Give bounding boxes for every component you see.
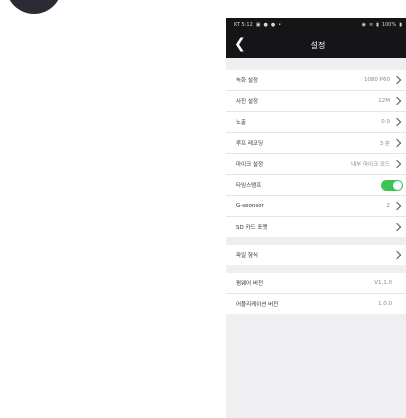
chevron-right-icon [392, 117, 402, 127]
chevron-right-icon [392, 222, 402, 232]
row-label: SD 카드 포맷 [236, 225, 268, 231]
chat-icon: ● [263, 22, 268, 28]
row-gsensor[interactable]: G-seonsor 2 [226, 196, 406, 217]
row-value: V1.1.0 [374, 280, 392, 286]
row-value: 12M [378, 98, 390, 104]
dot-icon: • [278, 22, 282, 28]
battery-text: 100% [381, 22, 397, 28]
settings-group-file: 파일 형식 [226, 245, 406, 265]
row-sd-format[interactable]: SD 카드 포맷 [226, 217, 406, 237]
row-label: G-seonsor [236, 203, 264, 209]
battery-icon: ▮ [399, 22, 402, 28]
row-label: 루프 레코딩 [236, 141, 264, 147]
row-firmware-version: 펌웨어 버전 V1.1.0 [226, 273, 406, 294]
row-timestamp: 타임스탬프 [226, 175, 406, 196]
image-icon: ▣ [255, 22, 261, 28]
row-label: 어플리케이션 버전 [236, 302, 279, 308]
row-label: 타임스탬프 [236, 183, 262, 189]
row-value: 내부 마이크 모드 [351, 162, 390, 168]
chevron-left-icon[interactable]: ❮ [234, 37, 246, 51]
carrier-time: KT 5:12 [234, 22, 253, 28]
row-value: 1080 P60 [363, 77, 390, 83]
chevron-right-icon [392, 138, 402, 148]
chevron-right-icon [392, 201, 402, 211]
page-title: 설정 [310, 40, 326, 50]
row-label: 노출 [236, 120, 247, 126]
row-value: 3 분 [379, 141, 390, 147]
chevron-right-icon [392, 250, 402, 260]
corner-circle-decoration [6, 0, 62, 14]
row-exposure[interactable]: 노출 0.0 [226, 112, 406, 133]
row-value: 2 [386, 203, 391, 209]
row-label: 펌웨어 버전 [236, 281, 264, 287]
row-file-format[interactable]: 파일 형식 [226, 245, 406, 265]
chevron-right-icon [392, 96, 402, 106]
row-value: 0.0 [381, 119, 390, 125]
app-header: ❮ 설정 [226, 32, 406, 58]
wifi-icon: ≋ [368, 22, 374, 28]
row-label: 파일 형식 [236, 253, 258, 259]
alarm-icon: ◉ [361, 22, 366, 28]
timestamp-toggle[interactable] [381, 179, 403, 191]
phone-screen: KT 5:12 ▣ ● ● • ◉ ≋ ▮ 100% ▮ ❮ 설정 녹화 설정 … [226, 18, 406, 418]
settings-group-main: 녹화 설정 1080 P60 사진 설정 12M 노출 0.0 루프 레코딩 3… [226, 70, 406, 237]
status-bar: KT 5:12 ▣ ● ● • ◉ ≋ ▮ 100% ▮ [226, 18, 406, 32]
row-photo-settings[interactable]: 사진 설정 12M [226, 91, 406, 112]
chevron-right-icon [392, 75, 402, 85]
chevron-right-icon [392, 159, 402, 169]
row-loop-recording[interactable]: 루프 레코딩 3 분 [226, 133, 406, 154]
row-label: 마이크 설정 [236, 162, 264, 168]
row-value: 1.0.0 [378, 301, 392, 307]
row-app-version: 어플리케이션 버전 1.0.0 [226, 294, 406, 314]
row-label: 녹화 설정 [236, 78, 258, 84]
chat-icon: ● [270, 22, 276, 28]
toggle-knob [393, 180, 402, 190]
row-mic-settings[interactable]: 마이크 설정 내부 마이크 모드 [226, 154, 406, 175]
row-recording-settings[interactable]: 녹화 설정 1080 P60 [226, 70, 406, 91]
row-label: 사진 설정 [236, 99, 258, 105]
signal-icon: ▮ [376, 22, 379, 28]
settings-group-version: 펌웨어 버전 V1.1.0 어플리케이션 버전 1.0.0 [226, 273, 406, 314]
